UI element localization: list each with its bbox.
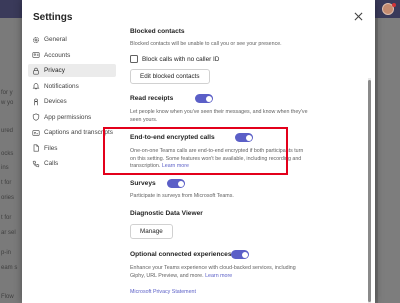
scrollbar-thumb[interactable] bbox=[368, 80, 371, 302]
connected-experiences-learn-more-link[interactable]: Learn more bbox=[205, 273, 232, 279]
connected-experiences-description-line-2: Giphy, URL Preview, and more. Learn more bbox=[130, 273, 232, 281]
edit-blocked-contacts-button[interactable]: Edit blocked contacts bbox=[130, 69, 210, 84]
nav-item-label: Devices bbox=[44, 98, 67, 105]
checkbox-label: Block calls with no caller ID bbox=[142, 55, 220, 63]
connected-experiences-title: Optional connected experiences bbox=[130, 251, 232, 258]
app-permissions-icon bbox=[32, 113, 40, 121]
read-receipts-description-line-2: seen yours. bbox=[130, 116, 158, 123]
blocked-contacts-description: Blocked contacts will be unable to call … bbox=[130, 41, 282, 47]
dialog-title: Settings bbox=[33, 12, 73, 23]
accounts-icon bbox=[32, 51, 40, 59]
phone-icon bbox=[32, 160, 40, 168]
background-text: Flow bbox=[1, 294, 14, 300]
background-text: t for bbox=[1, 180, 12, 186]
nav-item-label: Calls bbox=[44, 160, 59, 167]
checkbox-box[interactable] bbox=[130, 55, 138, 63]
background-text: ured bbox=[1, 128, 14, 134]
background-text: eam s bbox=[1, 265, 18, 271]
microsoft-privacy-statement-link[interactable]: Microsoft Privacy Statement bbox=[130, 289, 196, 297]
nav-item-label: App permissions bbox=[44, 113, 92, 121]
bell-icon bbox=[32, 82, 40, 90]
nav-item-app-permissions[interactable]: App permissions bbox=[28, 111, 116, 124]
connected-experiences-toggle[interactable] bbox=[231, 250, 249, 259]
file-icon bbox=[32, 144, 40, 152]
background-text: ar sel bbox=[1, 230, 16, 236]
nav-item-general[interactable]: General bbox=[28, 33, 116, 46]
background-text: ories bbox=[1, 195, 15, 201]
surveys-description: Participate in surveys from Microsoft Te… bbox=[130, 193, 234, 199]
background-text: t for bbox=[1, 215, 12, 221]
read-receipts-title: Read receipts bbox=[130, 95, 174, 102]
block-no-caller-id-checkbox[interactable]: Block calls with no caller ID bbox=[130, 55, 219, 63]
background-text: w yo bbox=[1, 100, 14, 106]
nav-item-label: Privacy bbox=[44, 67, 65, 74]
blocked-contacts-title: Blocked contacts bbox=[130, 28, 185, 35]
surveys-title: Surveys bbox=[130, 180, 156, 187]
devices-icon bbox=[32, 98, 40, 106]
background-text: ocks bbox=[1, 151, 14, 157]
nav-item-label: Notifications bbox=[44, 82, 79, 90]
background-left-panel: for y w yo ured ocks ins t for ories t f… bbox=[0, 18, 22, 303]
connected-experiences-description-text: Giphy, URL Preview, and more. bbox=[130, 272, 204, 279]
surveys-toggle[interactable] bbox=[167, 179, 185, 188]
read-receipts-toggle[interactable] bbox=[195, 94, 213, 103]
nav-item-privacy[interactable]: Privacy bbox=[28, 64, 116, 77]
nav-item-notifications[interactable]: Notifications bbox=[28, 80, 116, 93]
diagnostic-data-viewer-title: Diagnostic Data Viewer bbox=[130, 210, 203, 217]
close-icon[interactable] bbox=[351, 9, 365, 23]
background-right-panel bbox=[378, 18, 400, 303]
nav-item-label: General bbox=[44, 36, 67, 43]
captions-icon bbox=[32, 129, 40, 137]
nav-item-devices[interactable]: Devices bbox=[28, 95, 116, 108]
background-text: p-in bbox=[1, 250, 12, 256]
gear-icon bbox=[32, 36, 40, 44]
manage-button[interactable]: Manage bbox=[130, 224, 173, 239]
nav-item-label: Accounts bbox=[44, 51, 71, 59]
connected-experiences-description-line-1: Enhance your Teams experience with cloud… bbox=[130, 265, 296, 271]
status-dot bbox=[392, 3, 396, 7]
background-text: for y bbox=[1, 90, 13, 96]
lock-icon bbox=[32, 67, 40, 75]
nav-item-label: Files bbox=[44, 144, 58, 152]
e2ee-highlight-box bbox=[103, 127, 288, 175]
nav-item-accounts[interactable]: Accounts bbox=[28, 49, 116, 62]
read-receipts-description-line-1: Let people know when you've seen their m… bbox=[130, 109, 308, 115]
background-text: ins bbox=[1, 165, 9, 171]
